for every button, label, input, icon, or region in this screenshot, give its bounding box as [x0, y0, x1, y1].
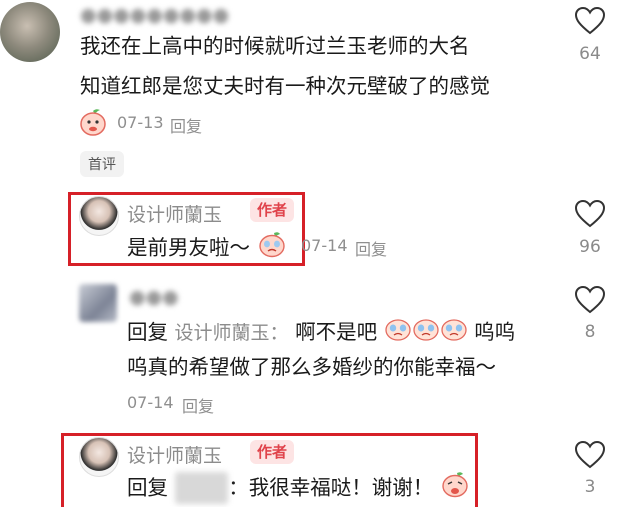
- comment-3-text-a: 啊不是吧: [295, 320, 378, 344]
- author-reply-2-prefix: 回复: [127, 475, 168, 500]
- comment-3-date: 07-14: [127, 393, 174, 412]
- comment-1-text-line-1: 我还在上高中的时候就听过兰玉老师的大名: [80, 34, 470, 58]
- author-name-1[interactable]: 设计师蘭玉: [127, 200, 222, 227]
- author-badge-1: 作者: [250, 198, 295, 222]
- author-reply-2-like-heart-icon[interactable]: [574, 440, 606, 470]
- crying-peach-emoji-2-icon: [440, 470, 470, 507]
- author-reply-2-like-count: 3: [584, 477, 596, 497]
- author-badge-2: 作者: [250, 440, 295, 464]
- author-avatar-2[interactable]: [79, 437, 119, 477]
- comment-1-date: 07-13: [117, 113, 164, 132]
- comment-3-reply-to-name[interactable]: 设计师蘭玉：: [175, 322, 289, 344]
- author-reply-1-like-heart-icon[interactable]: [574, 199, 606, 229]
- comment-1-reply-link[interactable]: 回复: [170, 113, 202, 137]
- crying-face-emoji-1-icon: [384, 317, 412, 350]
- comment-3-like-heart-icon[interactable]: [574, 285, 606, 315]
- author-reply-1-like-count: 96: [579, 237, 601, 257]
- crying-face-emoji-2-icon: [412, 317, 440, 350]
- crying-peach-emoji-icon: [257, 230, 287, 267]
- comment-1-like-count: 64: [579, 44, 601, 64]
- author-reply-2-mention-blurred[interactable]: ●●●: [174, 471, 229, 504]
- commenter-3-name-blurred[interactable]: ●●●: [129, 286, 179, 308]
- comment-3-line-1: 回复 设计师蘭玉： 啊不是吧 呜呜: [127, 316, 515, 350]
- author-reply-1-text: 是前男友啦～: [127, 230, 287, 267]
- crying-face-emoji-3-icon: [440, 317, 468, 350]
- author-reply-1-text-content: 是前男友啦～: [127, 235, 250, 260]
- comment-3-line-2: 呜真的希望做了那么多婚纱的你能幸福～: [127, 355, 496, 379]
- comment-3-reply-link[interactable]: 回复: [182, 393, 214, 417]
- author-reply-2-text-content: ：我很幸福哒！谢谢！: [228, 475, 434, 500]
- author-reply-1-reply-link[interactable]: 回复: [355, 236, 387, 260]
- comment-3-like-count: 8: [584, 322, 596, 342]
- peach-emoji-icon: [78, 107, 108, 137]
- comment-1-text-line-2: 知道红郎是您丈夫时有一种次元壁破了的感觉: [80, 74, 490, 98]
- comment-3-reply-prefix: 回复: [127, 320, 168, 344]
- author-avatar-1[interactable]: [79, 196, 119, 236]
- author-reply-2-text: 回复 ●●●：我很幸福哒！谢谢！: [127, 470, 470, 507]
- first-comment-tag: 首评: [80, 151, 124, 177]
- commenter-3-avatar[interactable]: [79, 284, 117, 322]
- author-name-2[interactable]: 设计师蘭玉: [127, 441, 222, 468]
- comment-3-text-b: 呜呜: [474, 320, 516, 344]
- commenter-1-name-blurred[interactable]: ●●●●●●●●●: [80, 4, 229, 26]
- comment-1-like-heart-icon[interactable]: [574, 6, 606, 36]
- commenter-1-avatar[interactable]: [0, 2, 60, 62]
- author-reply-1-date: 07-14: [301, 236, 348, 255]
